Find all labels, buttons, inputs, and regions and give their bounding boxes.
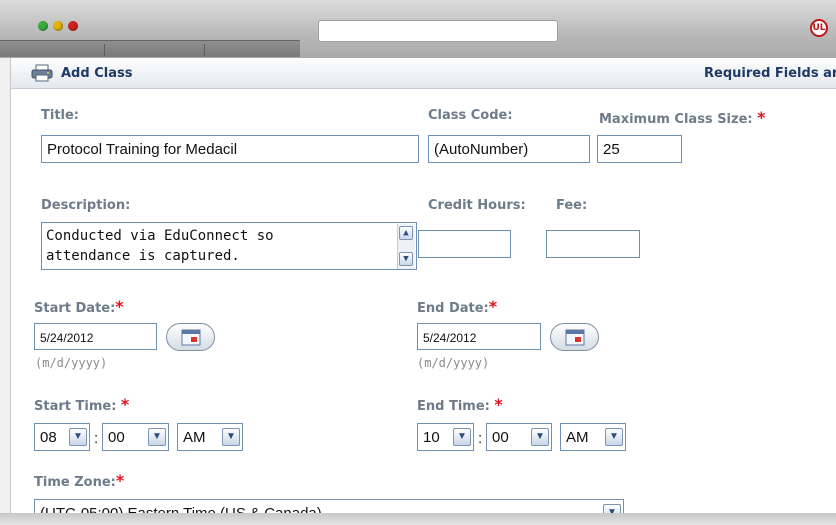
end-date-input[interactable]: 5/24/2012 <box>417 323 541 350</box>
description-line: attendance is captured. <box>46 248 240 264</box>
calendar-icon <box>181 329 201 346</box>
description-textarea[interactable]: Conducted via EduConnect so attendance i… <box>41 222 417 270</box>
tab-divider <box>104 44 105 56</box>
start-date-label-text: Start Date: <box>34 301 116 316</box>
required-marker: * <box>115 471 125 490</box>
chevron-down-icon[interactable]: ▼ <box>69 428 87 446</box>
max-class-size-label: Maximum Class Size: * <box>599 108 766 127</box>
end-ampm-value: AM <box>566 429 589 446</box>
add-class-panel: Add Class Required Fields are marked wit… <box>10 58 836 513</box>
maximize-button[interactable] <box>38 21 48 31</box>
required-fields-notice: Required Fields are marked with * <box>704 66 836 81</box>
chevron-down-icon[interactable]: ▼ <box>605 428 623 446</box>
end-date-label: End Date:* <box>417 297 497 316</box>
max-class-size-input[interactable]: 25 <box>597 135 682 163</box>
end-date-format-hint: (m/d/yyyy) <box>417 356 490 370</box>
start-date-calendar-button[interactable] <box>166 323 215 351</box>
chevron-down-icon[interactable]: ▼ <box>531 428 549 446</box>
class-code-label: Class Code: <box>428 108 513 123</box>
title-label: Title: <box>41 108 80 123</box>
end-date-calendar-button[interactable] <box>550 323 599 351</box>
start-time-label-text: Start Time: <box>34 399 117 414</box>
chevron-down-icon[interactable]: ▼ <box>222 428 240 446</box>
time-zone-select[interactable]: (UTC-05:00) Eastern Time (US & Canada) ▼ <box>34 499 624 513</box>
end-time-label-text: End Time: <box>417 399 490 414</box>
start-date-format-hint: (m/d/yyyy) <box>35 356 108 370</box>
scroll-up-icon[interactable]: ▲ <box>399 226 413 240</box>
tab-strip <box>0 40 300 57</box>
minimize-button[interactable] <box>53 21 63 31</box>
max-class-size-label-text: Maximum Class Size: <box>599 112 753 127</box>
description-scrollbar[interactable]: ▲ ▼ <box>397 224 415 269</box>
end-minute-select[interactable]: 00 ▼ <box>486 423 552 451</box>
required-marker: * <box>115 297 124 316</box>
tab-divider <box>204 44 205 56</box>
address-bar[interactable] <box>318 20 558 42</box>
fee-label: Fee: <box>556 198 588 213</box>
required-marker: * <box>757 108 766 127</box>
calendar-icon <box>565 329 585 346</box>
time-separator: : <box>478 430 483 447</box>
chevron-down-icon[interactable]: ▼ <box>453 428 471 446</box>
description-line: Conducted via EduConnect so <box>46 228 274 244</box>
end-hour-value: 10 <box>423 429 440 446</box>
chevron-down-icon[interactable]: ▼ <box>603 504 621 513</box>
credit-hours-input[interactable] <box>418 230 511 258</box>
time-zone-value: (UTC-05:00) Eastern Time (US & Canada) <box>40 505 322 513</box>
start-hour-value: 08 <box>40 429 57 446</box>
end-hour-select[interactable]: 10 ▼ <box>417 423 474 451</box>
time-zone-label: Time Zone:* <box>34 471 124 490</box>
window-bottom-edge <box>0 513 836 525</box>
panel-header: Add Class Required Fields are marked wit… <box>11 58 836 89</box>
end-ampm-select[interactable]: AM ▼ <box>560 423 626 451</box>
time-separator: : <box>94 430 99 447</box>
end-date-label-text: End Date: <box>417 301 489 316</box>
fee-input[interactable] <box>546 230 640 258</box>
credit-hours-label: Credit Hours: <box>428 198 526 213</box>
start-ampm-select[interactable]: AM ▼ <box>177 423 243 451</box>
end-time-label: End Time: * <box>417 395 503 414</box>
time-zone-label-text: Time Zone: <box>34 475 116 490</box>
required-marker: * <box>494 395 503 414</box>
printer-icon <box>31 64 53 82</box>
title-input[interactable]: Protocol Training for Medacil <box>41 135 419 163</box>
ul-icon: UL <box>810 19 828 37</box>
class-code-input[interactable]: (AutoNumber) <box>428 135 590 163</box>
required-marker: * <box>120 395 130 414</box>
start-date-input[interactable]: 5/24/2012 <box>34 323 157 350</box>
chevron-down-icon[interactable]: ▼ <box>148 428 166 446</box>
start-minute-select[interactable]: 00 ▼ <box>102 423 169 451</box>
browser-chrome: UL <box>0 0 836 58</box>
close-button[interactable] <box>68 21 78 31</box>
start-ampm-value: AM <box>183 429 206 446</box>
required-marker: * <box>488 297 498 316</box>
end-minute-value: 00 <box>492 429 509 446</box>
start-hour-select[interactable]: 08 ▼ <box>34 423 90 451</box>
description-label: Description: <box>41 198 131 213</box>
scroll-down-icon[interactable]: ▼ <box>399 252 413 266</box>
page-title: Add Class <box>61 66 133 81</box>
start-time-label: Start Time: * <box>34 395 129 414</box>
start-minute-value: 00 <box>108 429 125 446</box>
start-date-label: Start Date:* <box>34 297 124 316</box>
